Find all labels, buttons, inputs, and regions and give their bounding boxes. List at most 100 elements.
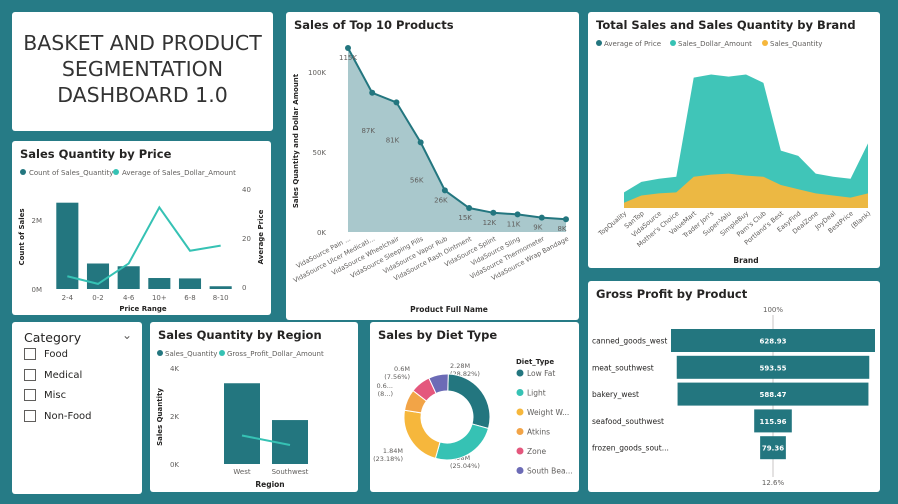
point-7 bbox=[514, 211, 521, 218]
slicer-item-label: Food bbox=[44, 348, 68, 360]
legend-dot bbox=[516, 428, 524, 435]
bar-10+ bbox=[148, 278, 171, 289]
data-label: 8K bbox=[557, 225, 566, 233]
funnel-category: seafood_southwest bbox=[592, 417, 664, 426]
data-label: 15K bbox=[458, 214, 472, 222]
label-zone-1: 0.6M bbox=[394, 365, 410, 373]
slice-Weight W... bbox=[403, 409, 441, 460]
x-tick-label: 2-4 bbox=[62, 294, 74, 302]
x-tick-label: 0-2 bbox=[92, 294, 103, 302]
data-label: 115K bbox=[339, 54, 357, 62]
x-tick-label: 8-10 bbox=[213, 294, 229, 302]
legend-quantity: Sales_Quantity bbox=[770, 40, 822, 48]
legend-item: Atkins bbox=[527, 428, 550, 437]
y-tick-0k: 0K bbox=[317, 229, 326, 237]
y-tick-2k: 2K bbox=[170, 413, 179, 421]
x-tick-label: (Blank) bbox=[849, 209, 872, 230]
legend-dot-avg bbox=[113, 169, 119, 175]
legend-dot bbox=[516, 467, 524, 474]
y-tick-0m: 0M bbox=[32, 286, 43, 294]
data-label: 9K bbox=[533, 224, 542, 232]
slicer-item-label: Non-Food bbox=[44, 410, 92, 422]
checkbox[interactable] bbox=[24, 348, 36, 360]
legend-item: South Bea... bbox=[527, 467, 573, 476]
legend-dot-quantity bbox=[762, 40, 768, 46]
y2-axis-label: Average Price bbox=[257, 209, 265, 264]
legend-dollar: Sales_Dollar_Amount bbox=[678, 40, 752, 48]
legend-dot bbox=[516, 408, 524, 416]
diet-card: Sales by Diet Type Diet_Type 2.28M (28.8… bbox=[370, 322, 579, 492]
gross-card: Gross Profit by Product 100% 12.6% 628.9… bbox=[588, 281, 880, 492]
y-tick-100k: 100K bbox=[308, 69, 326, 77]
point-4 bbox=[441, 187, 448, 194]
data-label: 87K bbox=[361, 127, 375, 135]
x-axis-label: Brand bbox=[733, 256, 758, 265]
top10-chart: Sales Quantity and Dollar Amount 100K 50… bbox=[292, 45, 570, 314]
bottom-percent-label: 12.6% bbox=[762, 479, 785, 487]
y-tick-0k: 0K bbox=[170, 461, 179, 469]
x-axis-label: Product Full Name bbox=[410, 305, 488, 314]
bar-2-4 bbox=[56, 202, 79, 289]
legend-dot-count bbox=[20, 169, 26, 175]
top-percent-label: 100% bbox=[763, 306, 783, 314]
legend-title: Diet_Type bbox=[516, 358, 554, 366]
title-card: BASKET AND PRODUCT SEGMENTATION DASHBOAR… bbox=[12, 12, 273, 131]
slicer-item-food[interactable]: Food bbox=[24, 346, 68, 362]
slicer-item-medical[interactable]: Medical bbox=[24, 367, 82, 383]
brand-chart: Average of Price Sales_Dollar_Amount Sal… bbox=[596, 40, 872, 265]
point-0 bbox=[345, 45, 351, 51]
y-tick-50k: 50K bbox=[313, 149, 327, 157]
legend-quantity: Sales_Quantity bbox=[165, 350, 217, 358]
sales-by-price-card: Sales Quantity by Price Count of Sales_Q… bbox=[12, 141, 271, 315]
bar-8-10 bbox=[209, 286, 232, 289]
category-slicer: Category ⌄ Food Medical Misc Non-Food bbox=[12, 322, 142, 494]
label-weight-2: (23.18%) bbox=[373, 455, 403, 463]
legend-dot bbox=[516, 389, 524, 396]
region-chart: Sales_Quantity Gross_Profit_Dollar_Amoun… bbox=[156, 350, 324, 489]
brand-card: Total Sales and Sales Quantity by Brand … bbox=[588, 12, 880, 268]
label-low-fat-1: 2.28M bbox=[450, 362, 470, 370]
slicer-item-non-food[interactable]: Non-Food bbox=[24, 408, 92, 424]
label-atkins-2: (8...) bbox=[378, 390, 393, 398]
y-axis-label: Count of Sales bbox=[18, 208, 26, 265]
slice-Low Fat bbox=[447, 373, 491, 430]
sales-by-price-chart: Count of Sales_Quantity Average of Sales… bbox=[18, 169, 265, 313]
checkbox[interactable] bbox=[24, 369, 36, 381]
checkbox[interactable] bbox=[24, 389, 36, 401]
data-label: 56K bbox=[410, 176, 424, 184]
label-light-2: (25.04%) bbox=[450, 462, 480, 470]
y-axis-label: Sales Quantity and Dollar Amount bbox=[292, 73, 300, 208]
sales-area bbox=[348, 48, 566, 232]
data-label: 12K bbox=[483, 219, 497, 227]
point-1 bbox=[369, 89, 376, 96]
x-axis-label: Region bbox=[255, 480, 284, 489]
slicer-item-misc[interactable]: Misc bbox=[24, 387, 66, 403]
chevron-down-icon[interactable]: ⌄ bbox=[122, 328, 132, 342]
legend-dot-quantity bbox=[157, 350, 163, 356]
funnel-value: 588.47 bbox=[759, 391, 786, 399]
checkbox[interactable] bbox=[24, 410, 36, 422]
point-3 bbox=[417, 139, 424, 146]
data-label: 11K bbox=[507, 220, 521, 228]
slicer-title: Category bbox=[24, 330, 82, 345]
point-2 bbox=[393, 99, 400, 106]
y2-tick-0: 0 bbox=[242, 284, 246, 292]
bar-West bbox=[224, 383, 260, 464]
x-tick-label: West bbox=[233, 468, 250, 476]
legend-dot-dollar bbox=[670, 40, 676, 46]
y-axis-label: Sales Quantity bbox=[156, 388, 164, 446]
point-8 bbox=[538, 214, 545, 221]
bar-0-2 bbox=[86, 263, 110, 289]
funnel-category: meat_southwest bbox=[592, 363, 654, 372]
y-tick-2m: 2M bbox=[32, 217, 43, 225]
x-tick-label: Southwest bbox=[272, 468, 309, 476]
gross-chart: 100% 12.6% 628.93 canned_goods_west 593.55… bbox=[592, 306, 875, 487]
funnel-category: frozen_goods_sout... bbox=[592, 444, 669, 453]
diet-chart: Diet_Type 2.28M (28.82%) 1.98M (25.04%) … bbox=[373, 358, 573, 476]
dashboard-title: BASKET AND PRODUCT SEGMENTATION DASHBOAR… bbox=[23, 31, 262, 107]
funnel-value: 115.96 bbox=[759, 418, 786, 426]
funnel-category: canned_goods_west bbox=[592, 337, 667, 346]
legend-dot-price bbox=[596, 40, 602, 46]
legend-item: Weight W... bbox=[527, 408, 569, 417]
y2-tick-40: 40 bbox=[242, 186, 251, 194]
